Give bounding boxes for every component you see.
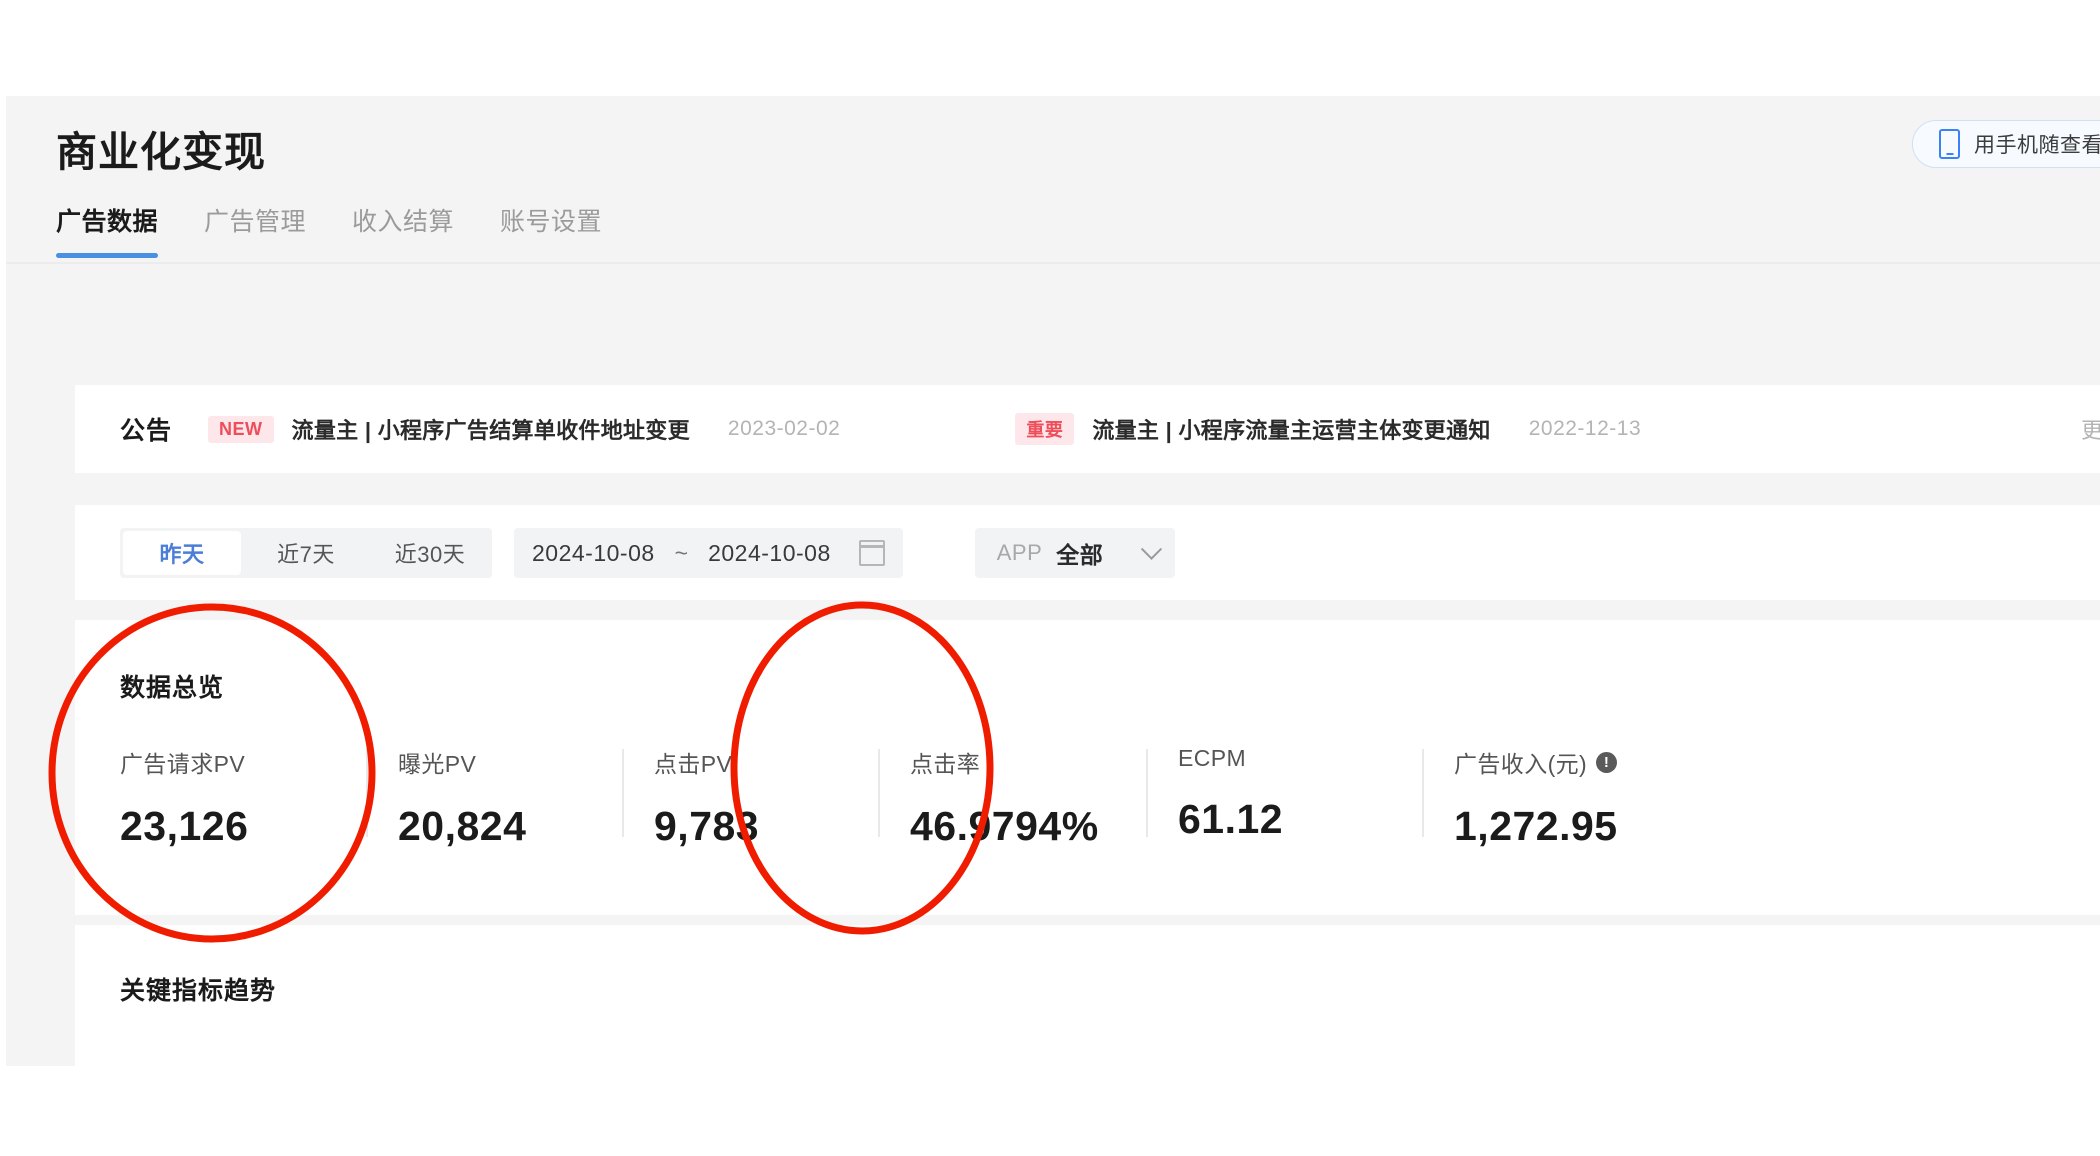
metric-value: 20,824: [398, 803, 527, 849]
preset-yesterday[interactable]: 昨天: [123, 531, 241, 575]
tab-income-settlement[interactable]: 收入结算: [352, 202, 454, 258]
app-filter-value: 全部: [1056, 542, 1104, 568]
metric-label-text: 广告收入(元): [1454, 751, 1588, 777]
metric-label: 点击率: [910, 745, 1146, 779]
metric-ecpm: ECPM 61.12: [1146, 745, 1422, 843]
metric-label: 点击PV: [654, 745, 878, 779]
info-icon[interactable]: !: [1596, 751, 1618, 773]
announcement-card: 公告 NEW 流量主 | 小程序广告结算单收件地址变更 2023-02-02 重…: [75, 385, 2100, 473]
announcement-date-1: 2023-02-02: [727, 417, 841, 440]
preset-last-30-days[interactable]: 近30天: [368, 528, 492, 578]
filter-card: 昨天 近7天 近30天 2024-10-08 ~ 2024-10-08 APP …: [75, 505, 2100, 600]
metric-value: 9,783: [654, 803, 760, 849]
metric-value: 61.12: [1178, 796, 1284, 842]
metric-list: 广告请求PV 23,126 曝光PV 20,824 点击PV 9,783 点击率: [120, 745, 1722, 850]
metric-click-pv: 点击PV 9,783: [622, 745, 878, 850]
tab-ad-management[interactable]: 广告管理: [204, 202, 306, 258]
left-gutter: [0, 0, 6, 1156]
key-metric-trend-title: 关键指标趋势: [120, 977, 277, 1005]
app-filter-select[interactable]: APP 全部: [974, 528, 1175, 578]
tab-bar-divider: [6, 262, 2100, 264]
metric-label: 曝光PV: [398, 745, 622, 779]
announcement-more-link[interactable]: 更多: [2081, 385, 2100, 473]
date-range-separator: ~: [674, 539, 689, 566]
metric-value: 1,272.95: [1454, 803, 1618, 849]
date-end-value[interactable]: 2024-10-08: [708, 540, 831, 567]
page-header: 商业化变现 用手机随查看数 广告数据 广告管理 收入结算 账号设置: [6, 96, 2100, 266]
key-metric-trend-card: 关键指标趋势: [75, 925, 2100, 1067]
announcement-link-1[interactable]: 流量主 | 小程序广告结算单收件地址变更: [292, 413, 690, 445]
preset-last-7-days[interactable]: 近7天: [244, 528, 368, 578]
calendar-icon[interactable]: [858, 540, 885, 566]
announcement-badge-new: NEW: [208, 415, 274, 443]
mobile-view-label: 用手机随查看数: [1974, 134, 2100, 157]
tab-bar: 广告数据 广告管理 收入结算 账号设置: [56, 202, 602, 258]
metric-exposure-pv: 曝光PV 20,824: [366, 745, 622, 850]
mobile-view-button[interactable]: 用手机随查看数: [1912, 120, 2100, 168]
date-range-picker[interactable]: 2024-10-08 ~ 2024-10-08: [514, 528, 903, 578]
tab-ad-data[interactable]: 广告数据: [56, 202, 159, 258]
metric-ad-request-pv: 广告请求PV 23,126: [120, 745, 366, 850]
page-screenshot: 商业化变现 用手机随查看数 广告数据 广告管理 收入结算 账号设置 公告 NEW…: [0, 0, 2100, 1156]
metric-label: 广告收入(元) !: [1454, 745, 1722, 779]
chevron-down-icon[interactable]: [1140, 538, 1162, 560]
announcement-list: 公告 NEW 流量主 | 小程序广告结算单收件地址变更 2023-02-02 重…: [75, 385, 1641, 473]
data-overview-card: 数据总览 广告请求PV 23,126 曝光PV 20,824 点击PV 9,78…: [75, 620, 2100, 915]
filter-row: 昨天 近7天 近30天 2024-10-08 ~ 2024-10-08 APP …: [120, 528, 1175, 578]
announcement-date-2: 2022-12-13: [1528, 417, 1642, 440]
page-title: 商业化变现: [56, 129, 266, 175]
metric-value: 23,126: [120, 803, 249, 849]
metric-value: 46.9794%: [910, 803, 1099, 849]
announcement-badge-important: 重要: [1015, 413, 1075, 445]
metric-label-text: ECPM: [1178, 745, 1247, 771]
app-filter-label: APP: [996, 540, 1043, 565]
date-start-value[interactable]: 2024-10-08: [532, 540, 655, 567]
metric-click-rate: 点击率 46.9794%: [878, 745, 1146, 850]
phone-icon: [1939, 129, 1960, 159]
metric-label: 广告请求PV: [120, 745, 366, 779]
announcement-title: 公告: [120, 417, 173, 445]
data-overview-title: 数据总览: [120, 674, 225, 702]
metric-label-text: 点击率: [910, 751, 981, 777]
metric-ad-revenue: 广告收入(元) ! 1,272.95: [1422, 745, 1722, 850]
metric-label: ECPM: [1178, 745, 1422, 772]
announcement-link-2[interactable]: 流量主 | 小程序流量主运营主体变更通知: [1092, 413, 1490, 445]
metric-label-text: 点击PV: [654, 751, 733, 777]
tab-account-settings[interactable]: 账号设置: [500, 202, 602, 258]
metric-label-text: 广告请求PV: [120, 751, 246, 777]
metric-label-text: 曝光PV: [398, 751, 477, 777]
date-range-preset-group: 昨天 近7天 近30天: [120, 528, 492, 578]
